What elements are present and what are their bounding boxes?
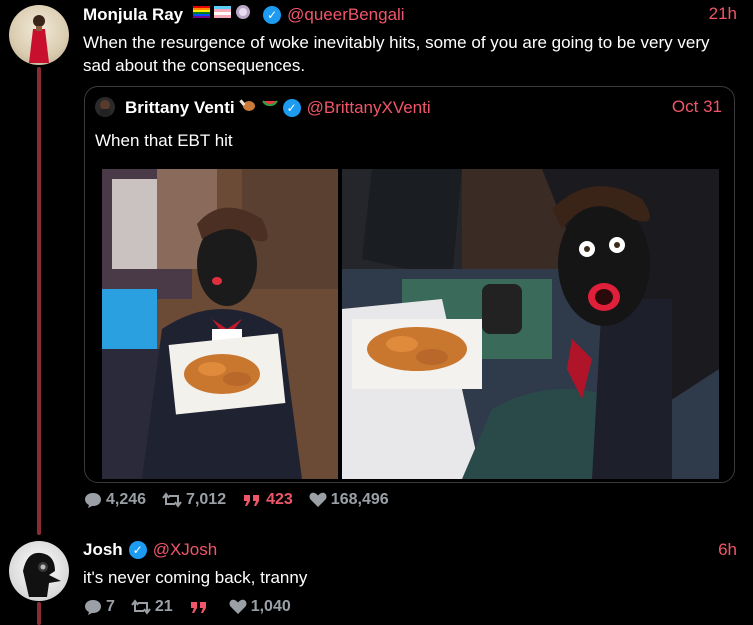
quote-button[interactable]: 423 — [242, 491, 293, 509]
like-button[interactable]: 1,040 — [229, 598, 291, 616]
quote-icon — [190, 602, 206, 613]
post-text: When the resurgence of woke inevitably h… — [83, 33, 710, 75]
repost-button[interactable]: 7,012 — [162, 491, 226, 509]
quote-count: 423 — [266, 491, 293, 508]
post-actions: 7 21 1,040 — [84, 598, 307, 616]
author-name[interactable]: Monjula Ray — [83, 5, 183, 25]
quoted-post[interactable]: Brittany Venti ✓ @BrittanyXVenti Oct 31 … — [84, 86, 735, 483]
avatar[interactable] — [9, 5, 69, 65]
quote-header: Brittany Venti ✓ @BrittanyXVenti — [125, 97, 431, 118]
flag-icons — [187, 4, 263, 25]
verified-icon: ✓ — [282, 98, 301, 117]
reply-count: 4,246 — [106, 491, 147, 508]
reply-icon — [85, 493, 101, 508]
reply-button[interactable]: 4,246 — [84, 491, 146, 509]
author-handle[interactable]: @BrittanyXVenti — [307, 98, 431, 118]
reply-count: 7 — [106, 598, 115, 615]
thread-line — [37, 602, 41, 625]
repost-button[interactable]: 21 — [131, 598, 173, 616]
post-timestamp[interactable]: Oct 31 — [672, 97, 722, 117]
like-icon — [229, 599, 247, 614]
verified-icon: ✓ — [128, 541, 147, 559]
drumstick-icon — [238, 97, 257, 118]
avatar[interactable] — [9, 541, 69, 601]
reply-icon — [85, 600, 101, 615]
attached-photo[interactable] — [342, 169, 719, 479]
reply-button[interactable]: 7 — [84, 598, 115, 616]
repost-count: 21 — [154, 598, 173, 615]
like-icon — [309, 492, 327, 507]
quote-text: When that EBT hit — [95, 131, 233, 150]
thread-line — [37, 67, 41, 535]
like-button[interactable]: 168,496 — [309, 491, 389, 509]
repost-icon — [162, 492, 182, 508]
like-count: 168,496 — [330, 491, 389, 508]
author-name[interactable]: Josh — [83, 540, 123, 560]
repost-count: 7,012 — [186, 491, 227, 508]
post-text: it's never coming back, tranny — [83, 568, 308, 587]
author-handle[interactable]: @queerBengali — [287, 5, 404, 25]
repost-icon — [131, 599, 151, 615]
avatar[interactable] — [95, 97, 115, 117]
post-timestamp[interactable]: 6h — [718, 540, 737, 560]
author-handle[interactable]: @XJosh — [153, 540, 218, 560]
author-name[interactable]: Brittany Venti — [125, 98, 235, 118]
quote-icon — [244, 495, 260, 506]
like-count: 1,040 — [250, 598, 291, 615]
post-timestamp[interactable]: 21h — [709, 4, 737, 24]
quote-button[interactable] — [189, 600, 213, 614]
attached-photo[interactable] — [102, 169, 338, 479]
watermelon-icon — [261, 97, 279, 118]
verified-icon: ✓ — [263, 5, 282, 24]
post-actions: 4,246 7,012 423 168,496 — [84, 491, 405, 509]
post-header: Josh ✓ @XJosh — [83, 540, 217, 560]
post-header: Monjula Ray ✓ @queerBengali — [83, 4, 405, 25]
